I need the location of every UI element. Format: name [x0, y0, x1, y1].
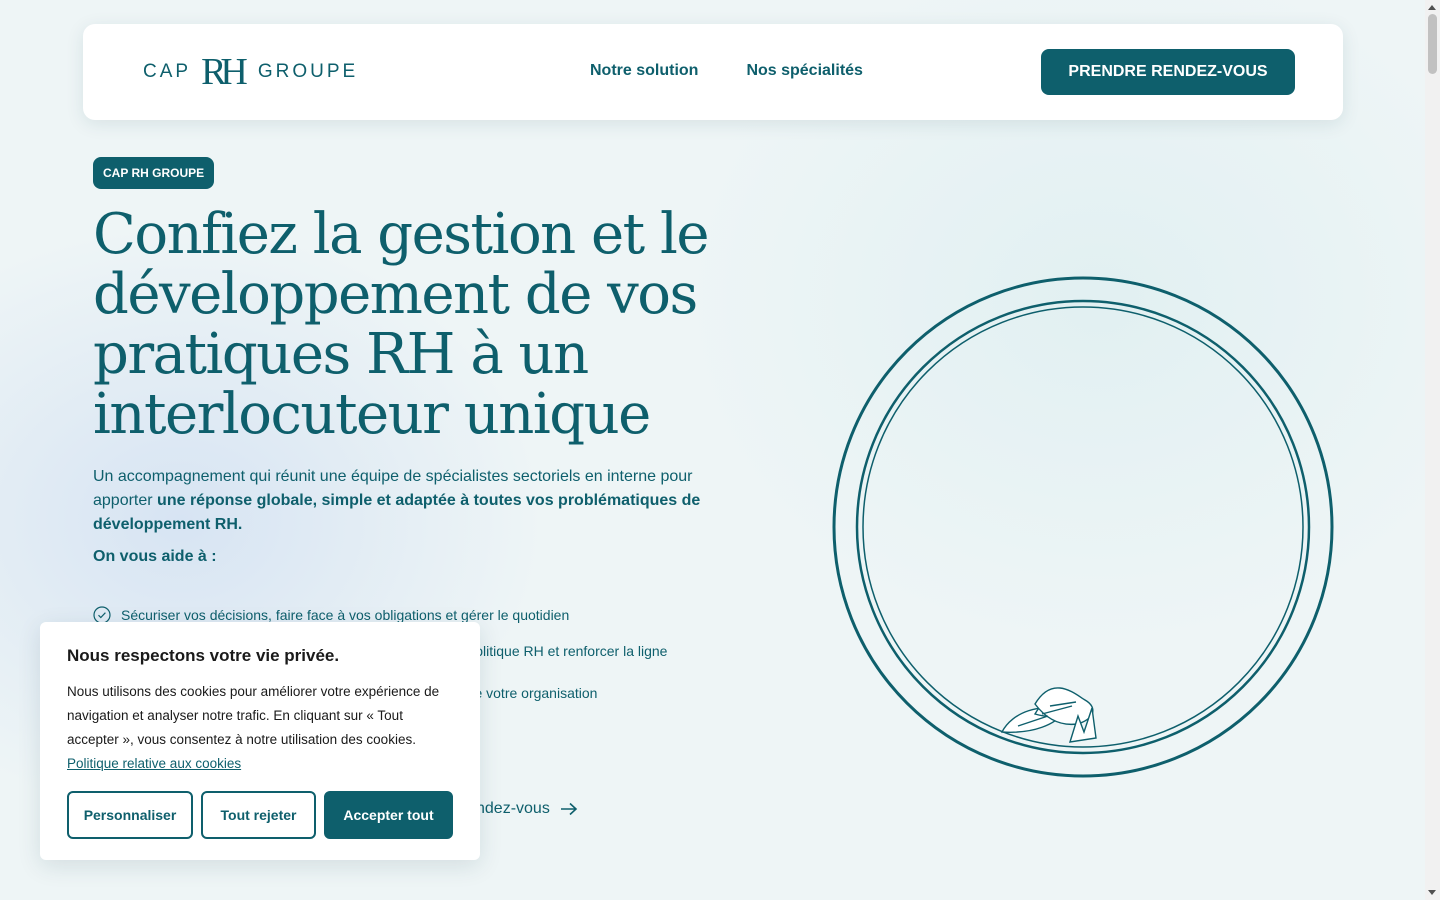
hero-description: Un accompagnement qui réunit une équipe … — [93, 465, 733, 537]
nav-notre-solution[interactable]: Notre solution — [590, 62, 698, 80]
scrollbar-thumb[interactable] — [1428, 14, 1437, 74]
reject-all-button[interactable]: Tout rejeter — [201, 791, 316, 839]
logo-mark: RH — [201, 51, 248, 93]
customize-button[interactable]: Personnaliser — [67, 791, 193, 839]
accept-all-button[interactable]: Accepter tout — [324, 791, 453, 839]
appointment-link[interactable]: ndez-vous — [476, 800, 578, 818]
nav-nos-specialites[interactable]: Nos spécialités — [746, 62, 863, 80]
arrow-right-icon — [560, 802, 578, 816]
cookie-text-body: Nous utilisons des cookies pour améliore… — [67, 684, 440, 747]
cookie-actions: Personnaliser Tout rejeter Accepter tout — [67, 791, 453, 839]
scrollbar[interactable] — [1425, 0, 1440, 900]
help-title: On vous aide à : — [93, 548, 217, 565]
scroll-down-icon[interactable] — [1428, 890, 1436, 895]
hero-badge: CAP RH GROUPE — [93, 157, 215, 189]
main-nav: Notre solution Nos spécialités — [590, 62, 863, 80]
cookie-policy-link[interactable]: Politique relative aux cookies — [67, 756, 241, 771]
circle-illustration — [832, 276, 1334, 778]
appointment-link-label: ndez-vous — [476, 800, 550, 817]
logo-right-text: GROUPE — [257, 61, 359, 82]
book-appointment-button[interactable]: PRENDRE RENDEZ-VOUS — [1041, 49, 1295, 95]
hero-title: Confiez la gestion et le développement d… — [93, 202, 710, 447]
cookie-banner: Nous respectons votre vie privée. Nous u… — [40, 622, 480, 860]
site-header: CAP RH GROUPE Notre solution Nos spécial… — [83, 24, 1343, 120]
hero-description-bold: une réponse globale, simple et adaptée à… — [93, 492, 701, 533]
cookie-text: Nous utilisons des cookies pour améliore… — [67, 680, 447, 776]
list-item-text: ne politique RH et renforcer la ligne — [448, 643, 668, 659]
logo[interactable]: CAP RH GROUPE — [143, 52, 358, 92]
logo-left-text: CAP — [143, 61, 192, 82]
cookie-title: Nous respectons votre vie privée. — [67, 646, 340, 665]
scroll-up-icon[interactable] — [1428, 5, 1436, 10]
leaf-icon — [1000, 687, 1097, 743]
